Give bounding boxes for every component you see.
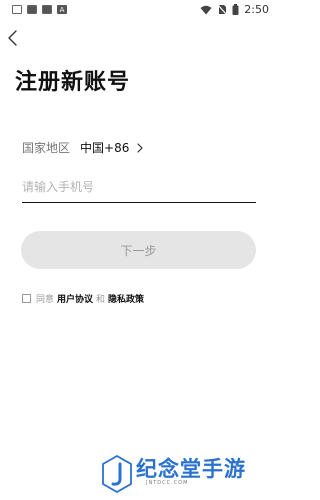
agree-prefix: 同意 [36, 295, 55, 305]
watermark: 纪念堂手游 JNTDCC.COM [102, 453, 272, 497]
region-value[interactable]: 中国+86 [80, 139, 129, 156]
battery-icon [232, 4, 239, 15]
back-button[interactable] [6, 28, 22, 48]
status-system-icons: 2:50 [200, 3, 269, 16]
watermark-subtext: JNTDCC.COM [146, 480, 189, 486]
square-icon [42, 5, 52, 14]
privacy-policy-link[interactable]: 隐私政策 [108, 292, 144, 305]
chevron-left-icon [8, 30, 17, 46]
watermark-logo-icon [102, 455, 132, 493]
page-title: 注册新账号 [15, 70, 131, 95]
keyboard-icon [12, 5, 22, 14]
square-icon [27, 5, 37, 14]
status-bar: A 2:50 [0, 0, 279, 22]
agree-and: 和 [96, 295, 106, 305]
watermark-text: 纪念堂手游 [136, 457, 246, 481]
status-time: 2:50 [244, 3, 269, 16]
agreement-row: 同意 用户协议 和 隐私政策 [22, 292, 147, 305]
no-sim-icon [217, 4, 228, 15]
status-notification-icons: A [12, 5, 67, 14]
next-button[interactable]: 下一步 [21, 231, 256, 269]
a-notification-icon: A [57, 5, 67, 14]
wifi-icon [200, 5, 212, 14]
phone-input[interactable] [22, 172, 256, 203]
agree-checkbox[interactable] [22, 294, 31, 303]
region-selector[interactable]: 国家地区 中国+86 [22, 139, 144, 156]
chevron-right-icon[interactable] [136, 142, 144, 153]
user-agreement-link[interactable]: 用户协议 [57, 292, 93, 305]
region-label: 国家地区 [22, 141, 71, 155]
